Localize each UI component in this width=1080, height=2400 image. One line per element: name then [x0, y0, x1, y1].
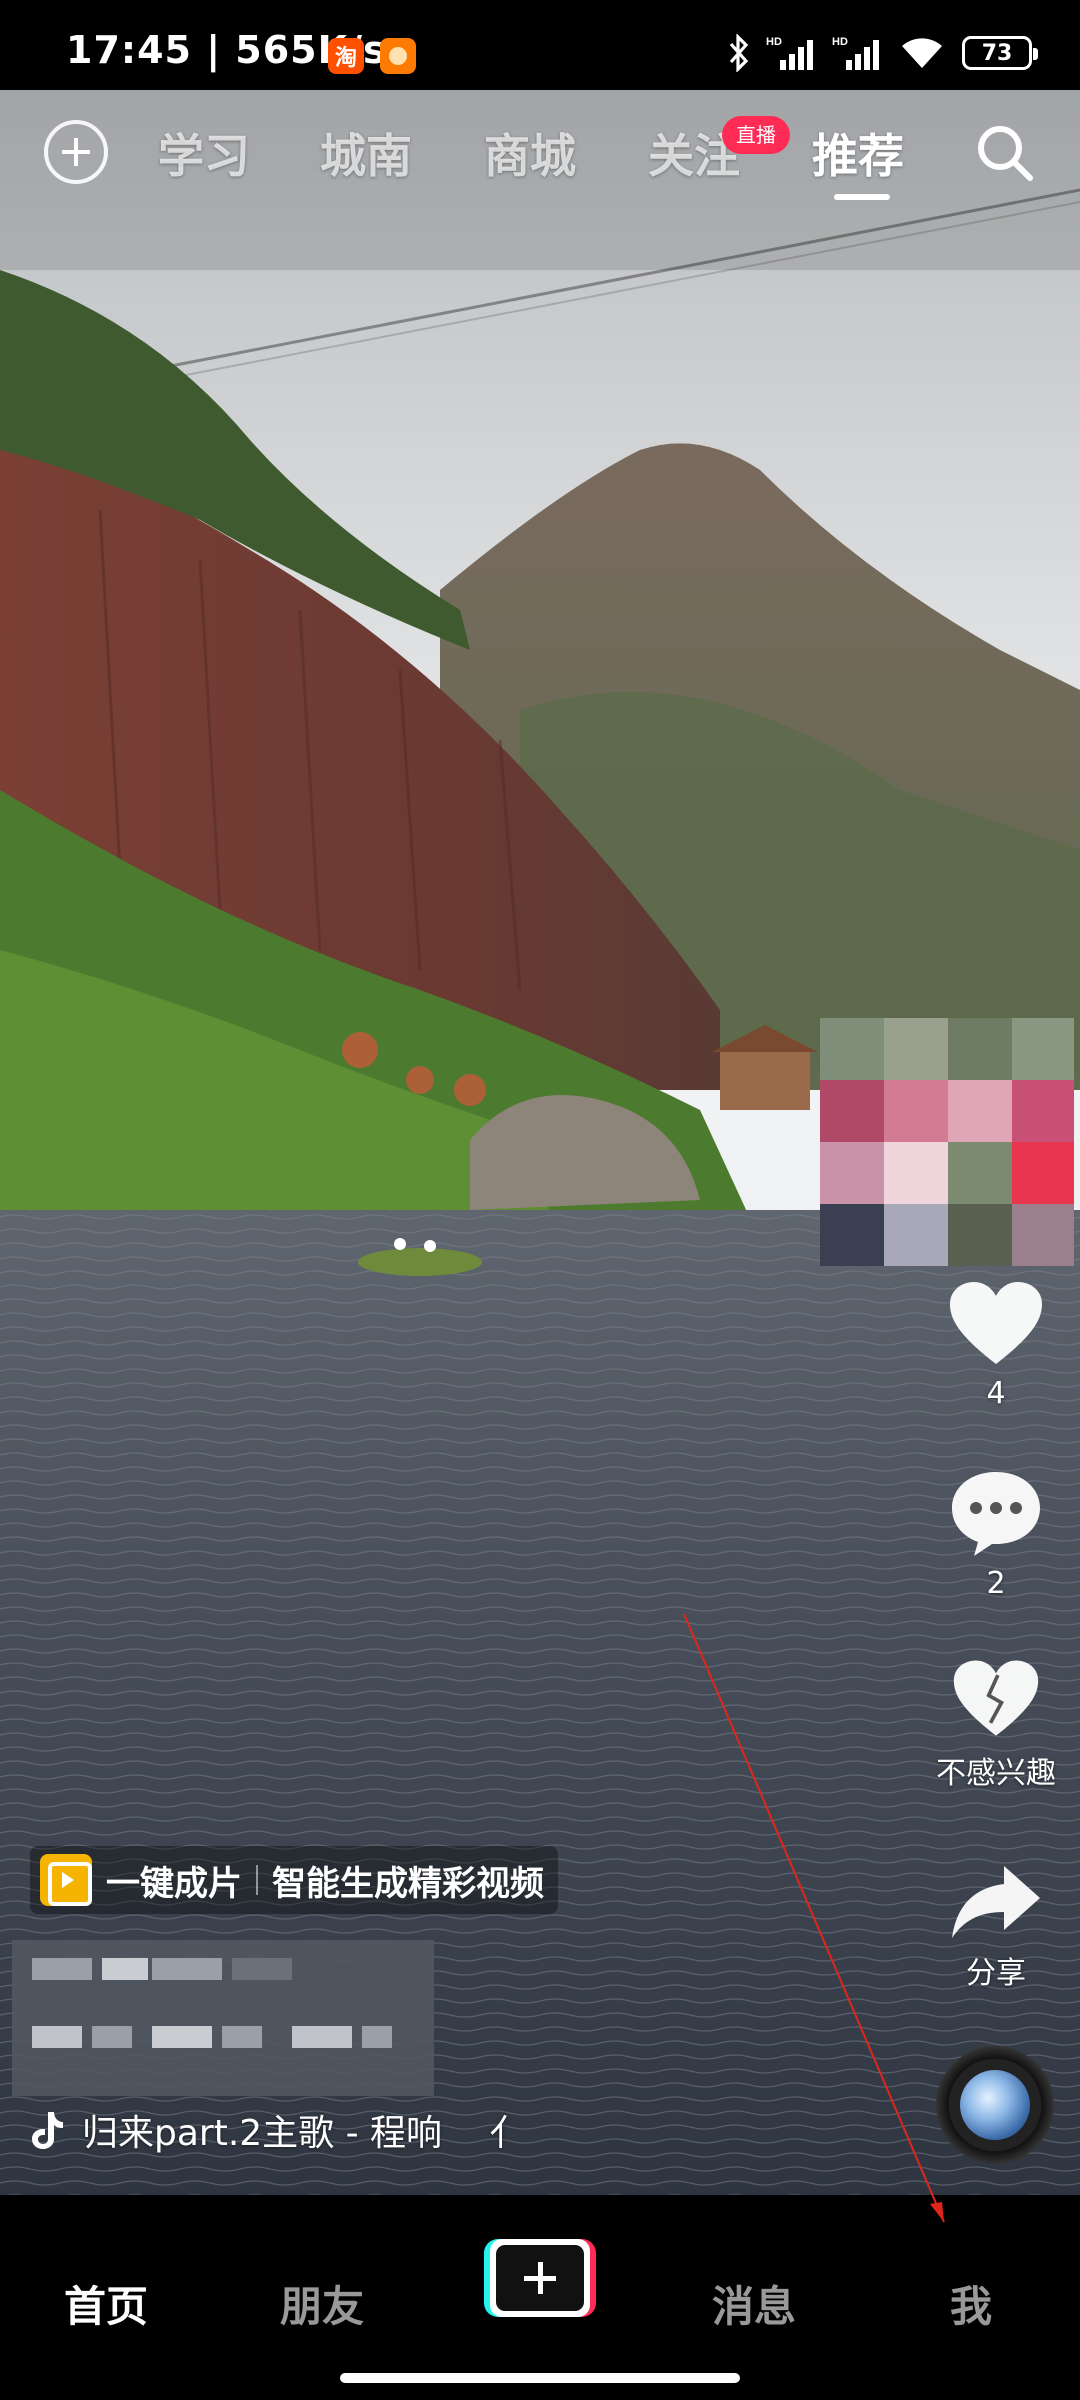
status-icons: HD HD 73 — [728, 34, 1038, 72]
svg-text:HD: HD — [766, 36, 782, 48]
tab-study[interactable]: 学习 — [158, 120, 250, 186]
nav-friends[interactable]: 朋友 — [280, 2273, 364, 2334]
like-button[interactable]: 4 — [920, 1280, 1072, 1411]
music-disc-icon[interactable] — [936, 2046, 1054, 2164]
nav-messages[interactable]: 消息 — [712, 2273, 796, 2334]
tab-city[interactable]: 城南 — [320, 120, 412, 186]
promo-subtitle: 智能生成精彩视频 — [272, 1863, 544, 1904]
signal-hd-icon: HD — [766, 34, 816, 72]
heart-icon — [950, 1282, 1042, 1364]
share-arrow-icon — [952, 1866, 1040, 1938]
app-notification-icon — [380, 38, 416, 74]
like-count: 4 — [986, 1376, 1006, 1411]
comment-button[interactable]: 2 — [920, 1468, 1072, 1601]
nav-home[interactable]: 首页 — [64, 2273, 148, 2334]
top-nav: 学习 城南 商城 关注 直播 推荐 — [0, 90, 1080, 210]
nav-me[interactable]: 我 — [950, 2273, 992, 2334]
wifi-icon — [898, 34, 946, 72]
pixelated-caption[interactable] — [12, 1940, 434, 2096]
not-interested-button[interactable]: 不感兴趣 — [912, 1658, 1080, 1792]
promo-divider — [256, 1865, 258, 1895]
not-interested-label: 不感兴趣 — [936, 1756, 1056, 1791]
one-click-video-banner[interactable]: 一键成片 智能生成精彩视频 — [30, 1846, 558, 1914]
live-badge[interactable]: 直播 — [722, 116, 790, 154]
broken-heart-icon — [953, 1660, 1039, 1736]
create-post-button[interactable] — [484, 2239, 596, 2317]
tiktok-note-icon — [32, 2112, 63, 2149]
pixelated-caption-image — [12, 1940, 434, 2096]
share-button[interactable]: 分享 — [920, 1862, 1072, 1992]
home-indicator[interactable] — [340, 2373, 740, 2383]
tab-recommended[interactable]: 推荐 — [812, 120, 904, 186]
author-avatar[interactable] — [820, 1018, 1074, 1266]
pixelated-avatar-image — [820, 1018, 1074, 1266]
share-label: 分享 — [966, 1956, 1026, 1991]
bluetooth-icon — [728, 34, 750, 72]
signal-hd-icon: HD — [832, 34, 882, 72]
music-cover — [960, 2070, 1030, 2140]
search-icon[interactable] — [970, 118, 1040, 188]
battery-icon: 73 — [962, 36, 1038, 70]
music-title-row[interactable]: 归来part.2主歌 - 程响 亻 — [30, 2104, 526, 2156]
music-title: 归来part.2主歌 - 程响 亻 — [82, 2113, 526, 2154]
status-bar: 17:45 | 565K/s 淘 HD HD 73 — [0, 0, 1080, 90]
bottom-nav: 首页 朋友 消息 我 — [0, 2195, 1080, 2400]
taobao-notification-icon: 淘 — [328, 38, 364, 74]
video-clip-icon — [40, 1854, 92, 1906]
promo-label: 一键成片 — [106, 1863, 242, 1904]
tab-mall[interactable]: 商城 — [484, 120, 576, 186]
add-plus-icon[interactable] — [44, 120, 108, 184]
active-tab-indicator — [834, 194, 890, 200]
comment-icon — [952, 1472, 1040, 1556]
comment-count: 2 — [986, 1566, 1006, 1601]
svg-text:HD: HD — [832, 36, 848, 48]
